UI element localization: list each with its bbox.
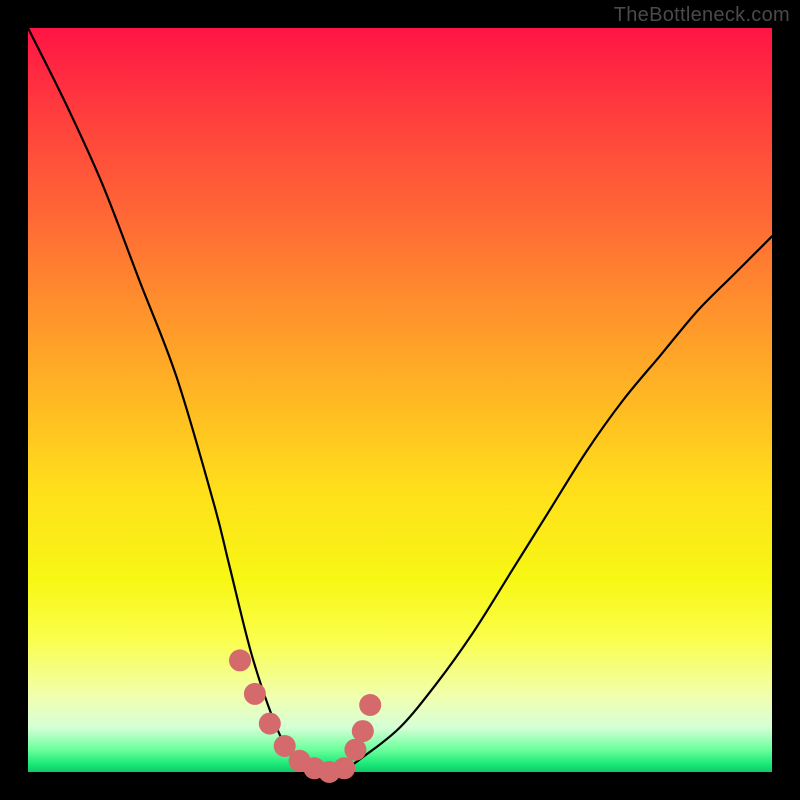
marker-dot xyxy=(359,694,381,716)
marker-dot xyxy=(352,720,374,742)
marker-dot xyxy=(333,757,355,779)
watermark-text: TheBottleneck.com xyxy=(614,4,790,27)
highlight-markers xyxy=(229,649,381,783)
marker-dot xyxy=(259,713,281,735)
chart-svg xyxy=(28,28,772,772)
chart-stage: TheBottleneck.com xyxy=(0,0,800,800)
bottleneck-curve-path xyxy=(28,28,772,773)
marker-dot xyxy=(229,649,251,671)
plot-area xyxy=(28,28,772,772)
marker-dot xyxy=(244,683,266,705)
